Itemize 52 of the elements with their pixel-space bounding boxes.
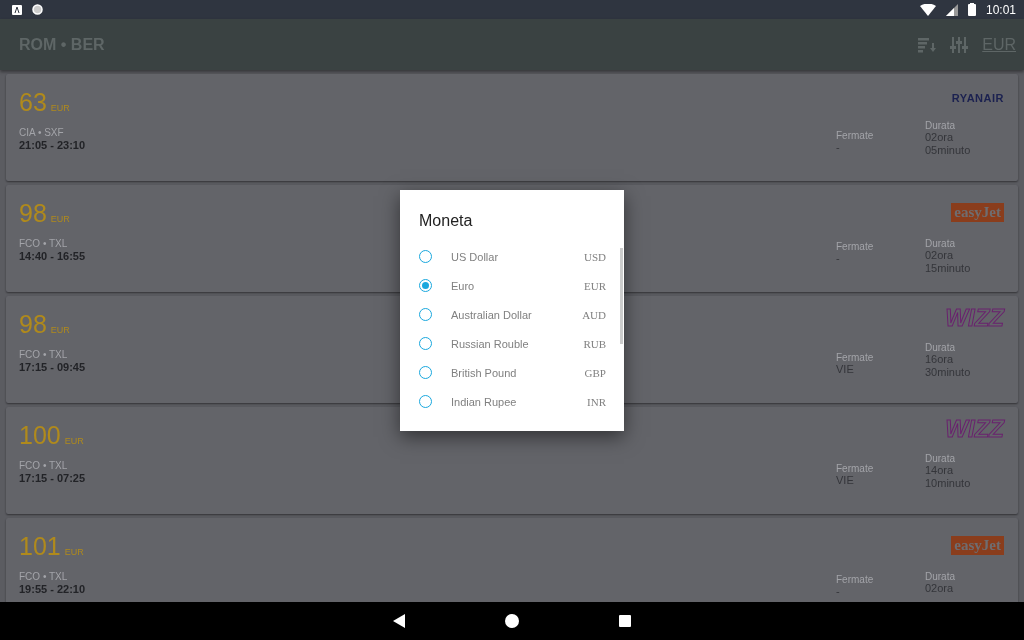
- currency-code: AUD: [582, 308, 606, 321]
- stops-label: Fermate: [836, 130, 875, 141]
- currency-name: Russian Rouble: [451, 337, 530, 350]
- flight-times: 17:15 - 07:25: [19, 472, 86, 484]
- price: 98: [19, 199, 47, 228]
- price: 63: [19, 88, 47, 117]
- duration-label: Durata: [925, 120, 956, 131]
- currency-code: USD: [584, 250, 606, 263]
- stops-value: -: [836, 141, 841, 154]
- stops-label: Fermate: [836, 241, 875, 252]
- flight-times: 19:55 - 22:10: [19, 583, 86, 595]
- route: FCO • TXL: [19, 349, 68, 360]
- clock: 10:01: [985, 2, 1016, 17]
- dialog-title: Moneta: [418, 211, 474, 231]
- stops-value: -: [836, 585, 841, 598]
- price: 101: [19, 532, 61, 561]
- price-currency: EUR: [50, 103, 70, 113]
- flight-times: 21:05 - 23:10: [19, 139, 86, 151]
- currency-name: Indian Rupee: [451, 395, 518, 408]
- currency-name: Euro: [451, 279, 476, 292]
- price-currency: EUR: [64, 547, 84, 557]
- duration-label: Durata: [925, 571, 955, 582]
- price-currency: EUR: [64, 436, 84, 446]
- stops-label: Fermate: [836, 352, 875, 363]
- flight-times: 17:15 - 09:45: [19, 361, 86, 373]
- flight-times: 14:40 - 16:55: [19, 250, 86, 262]
- airline-logo: easyJet: [951, 203, 1004, 222]
- route: FCO • TXL: [19, 460, 68, 471]
- route: FCO • TXL: [19, 571, 68, 582]
- duration-label: Durata: [925, 238, 956, 249]
- route: CIA • SXF: [19, 127, 64, 138]
- price: 100: [19, 421, 61, 450]
- stops-label: Fermate: [836, 574, 875, 585]
- price-currency: EUR: [50, 325, 70, 335]
- airline-logo: WIZZ: [945, 306, 1004, 330]
- currency-name: US Dollar: [451, 250, 500, 263]
- currency-code: EUR: [584, 279, 606, 292]
- stops-label: Fermate: [836, 463, 875, 474]
- route: FCO • TXL: [19, 238, 68, 249]
- currency-code: GBP: [584, 366, 606, 379]
- airline-logo: WIZZ: [945, 417, 1004, 441]
- price-currency: EUR: [50, 214, 70, 224]
- airline-logo: easyJet: [951, 536, 1004, 555]
- currency-code: INR: [587, 395, 606, 408]
- duration-label: Durata: [925, 342, 956, 353]
- price: 98: [19, 310, 47, 339]
- duration-label: Durata: [925, 453, 956, 464]
- airline-logo: RYANAIR: [951, 92, 1004, 104]
- currency-name: Australian Dollar: [451, 308, 533, 321]
- currency-code: RUB: [583, 337, 606, 350]
- stops-value: -: [836, 252, 841, 265]
- currency-name: British Pound: [451, 366, 518, 379]
